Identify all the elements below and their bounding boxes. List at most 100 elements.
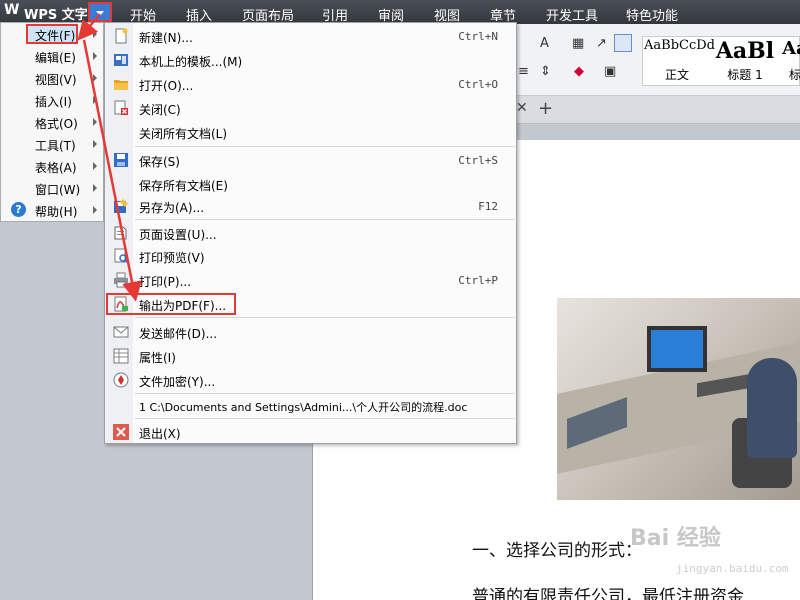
menu-item-export-pdf[interactable]: 输出为PDF(F)... [105, 293, 516, 315]
menu-item-label: 视图(V) [35, 73, 77, 87]
menu-item-tools[interactable]: 工具(T) [1, 133, 103, 155]
new-document-icon [115, 28, 128, 44]
menu-separator [135, 219, 515, 220]
style-normal[interactable]: AaBbCcDd 正文 [644, 36, 715, 86]
chevron-right-icon [93, 140, 97, 148]
help-icon: ? [11, 202, 26, 217]
menu-item-label: 文件(F) [35, 29, 76, 43]
menu-separator [135, 418, 515, 419]
chevron-right-icon [93, 96, 97, 104]
menu-item-label: 关闭所有文档(L) [139, 127, 228, 141]
menu-item-open[interactable]: 打开(O)... Ctrl+O [105, 73, 516, 95]
menu-separator [135, 146, 515, 147]
style-sample: AaBbCcDd [644, 38, 715, 53]
title-bar: W WPS 文字 开始 插入 页面布局 引用 审阅 视图 章节 开发工具 特色功… [0, 0, 800, 24]
menu-item-close-all[interactable]: 关闭所有文档(L) [105, 121, 516, 143]
menu-item-exit[interactable]: 退出(X) [105, 421, 516, 443]
print-preview-icon [114, 248, 129, 264]
menu-item-save-as[interactable]: 另存为(A)... F12 [105, 195, 516, 217]
style-heading-1[interactable]: AaBl 标题 1 [710, 36, 780, 86]
menu-item-label: 文件加密(Y)... [139, 375, 216, 389]
menu-item-label: 新建(N)... [139, 31, 193, 45]
menu-item-view[interactable]: 视图(V) [1, 67, 103, 89]
menu-item-properties[interactable]: 属性(I) [105, 345, 516, 367]
document-image[interactable] [557, 298, 800, 500]
monitor-shape [647, 326, 707, 372]
close-document-icon [114, 100, 128, 115]
menu-item-help[interactable]: ? 帮助(H) [1, 199, 103, 221]
menu-item-edit[interactable]: 编辑(E) [1, 45, 103, 67]
shortcut-label: Ctrl+N [458, 30, 498, 43]
menu-item-label: 工具(T) [35, 139, 76, 153]
menu-item-save-all[interactable]: 保存所有文档(E) [105, 173, 516, 195]
menu-item-encrypt[interactable]: 文件加密(Y)... [105, 369, 516, 391]
exit-icon [113, 424, 129, 440]
line-spacing-icon[interactable]: ⇕ [540, 64, 551, 79]
template-icon [114, 54, 128, 66]
properties-icon [113, 348, 129, 364]
menu-item-file[interactable]: 文件(F) [1, 23, 103, 45]
chevron-right-icon [93, 74, 97, 82]
chevron-right-icon [93, 184, 97, 192]
menu-item-recent-file[interactable]: 1 C:\Documents and Settings\Admini...\个人… [105, 395, 516, 417]
menu-item-label: 窗口(W) [35, 183, 81, 197]
menu-item-close[interactable]: 关闭(C) [105, 97, 516, 119]
menu-item-print-preview[interactable]: 打印预览(V) [105, 245, 516, 267]
menu-separator [135, 393, 515, 394]
menu-item-insert[interactable]: 插入(I) [1, 89, 103, 111]
menu-item-table[interactable]: 表格(A) [1, 155, 103, 177]
chevron-right-icon [93, 52, 97, 60]
app-menu-dropdown-button[interactable] [88, 2, 112, 22]
menu-item-page-setup[interactable]: 页面设置(U)... [105, 222, 516, 244]
menu-item-label: 输出为PDF(F)... [139, 299, 227, 313]
link-icon[interactable]: ↗ [596, 36, 607, 51]
fill-color-icon[interactable]: ◆ [574, 64, 584, 79]
font-grow-icon[interactable]: A [540, 36, 549, 51]
close-icon[interactable]: ✕ [516, 100, 528, 116]
tab-developer[interactable]: 开发工具 [546, 5, 598, 24]
menu-item-label: 退出(X) [139, 427, 181, 441]
style-heading-2[interactable]: Aa 标 [780, 36, 800, 86]
tab-special-features[interactable]: 特色功能 [626, 5, 678, 24]
align-icon[interactable]: ≡ [518, 64, 529, 79]
style-sample: Aa [782, 38, 800, 59]
chevron-right-icon [93, 206, 97, 214]
folder-open-icon [114, 80, 128, 90]
menu-item-label: 帮助(H) [35, 205, 78, 219]
mail-icon [113, 326, 129, 338]
shortcut-label: Ctrl+P [458, 274, 498, 287]
document-heading: 一、选择公司的形式： [472, 541, 642, 561]
style-name: 标 [788, 68, 800, 82]
menu-item-format[interactable]: 格式(O) [1, 111, 103, 133]
menu-item-new[interactable]: 新建(N)... Ctrl+N [105, 25, 516, 47]
menu-item-label: 本机上的模板...(M) [139, 55, 243, 69]
watermark: Bai 经验 [630, 526, 721, 551]
menu-item-window[interactable]: 窗口(W) [1, 177, 103, 199]
wps-logo-icon: W [4, 2, 20, 18]
menu-item-label: 打印预览(V) [139, 251, 205, 265]
menu-item-print[interactable]: 打印(P)... Ctrl+P [105, 269, 516, 291]
file-submenu: 新建(N)... Ctrl+N 本机上的模板...(M) 打开(O)... Ct… [104, 22, 517, 444]
style-name: 标题 1 [727, 68, 763, 82]
menu-item-label: 页面设置(U)... [139, 228, 217, 242]
watermark-url: jingyan.baidu.com [676, 562, 789, 575]
menu-item-templates[interactable]: 本机上的模板...(M) [105, 49, 516, 71]
person-shape [747, 358, 797, 458]
recent-file-label: 1 C:\Documents and Settings\Admini...\个人… [139, 401, 468, 414]
menu-item-label: 属性(I) [139, 351, 176, 365]
app-title[interactable]: WPS 文字 [24, 4, 88, 23]
save-as-icon [114, 199, 128, 213]
menu-item-save[interactable]: 保存(S) Ctrl+S [105, 149, 516, 171]
encrypt-icon [113, 372, 129, 388]
chevron-right-icon [93, 162, 97, 170]
shortcut-label: Ctrl+O [458, 78, 498, 91]
menu-item-label: 保存(S) [139, 155, 180, 169]
format-painter-icon[interactable] [614, 34, 632, 52]
menu-item-label: 格式(O) [35, 117, 78, 131]
chevron-down-icon [96, 11, 104, 16]
grid-icon[interactable]: ▦ [572, 36, 584, 51]
style-sample: AaBl [715, 38, 775, 64]
new-tab-icon[interactable]: + [538, 98, 553, 119]
border-icon[interactable]: ▣ [604, 64, 616, 79]
menu-item-send-mail[interactable]: 发送邮件(D)... [105, 321, 516, 343]
